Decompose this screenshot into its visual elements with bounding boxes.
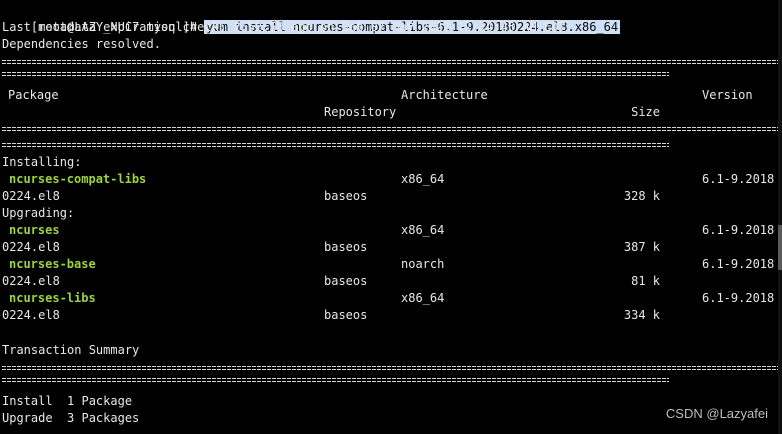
scrollbar-thumb[interactable] [778, 225, 782, 270]
package-version-cont: 0224.el8 [2, 308, 60, 322]
header-size: Size [631, 105, 660, 119]
section-title-installing: Installing: [2, 155, 82, 169]
package-size: 334 k [623, 308, 660, 322]
terminal-window[interactable]: [root@LAZY_NUC7 mysql]# yum install ncur… [0, 0, 782, 434]
metadata-line: Last metadata expiration check: 2:52:58 … [2, 20, 573, 34]
package-name: ncurses [9, 223, 60, 237]
vertical-scrollbar[interactable] [778, 0, 782, 434]
package-repo: baseos [324, 274, 368, 288]
header-version: Version [702, 88, 753, 102]
header-package: Package [8, 88, 59, 102]
package-size: 328 k [623, 189, 660, 203]
header-architecture: Architecture [401, 88, 488, 102]
summary-upgrade-line: Upgrade 3 Packages [2, 411, 140, 425]
package-version: 6.1-9.2018 [702, 172, 775, 186]
package-name: ncurses-libs [9, 291, 96, 305]
package-name: ncurses-base [9, 257, 96, 271]
csdn-watermark: CSDN @Lazyafei [665, 406, 768, 421]
package-repo: baseos [324, 240, 368, 254]
package-name: ncurses-compat-libs [9, 172, 147, 186]
package-version: 6.1-9.2018 [702, 257, 775, 271]
package-version-cont: 0224.el8 [2, 274, 60, 288]
section-title-upgrading: Upgrading: [2, 206, 75, 220]
package-arch: x86_64 [401, 291, 445, 305]
command-line: [root@LAZY_NUC7 mysql]# yum install ncur… [2, 2, 621, 34]
package-version: 6.1-9.2018 [702, 291, 775, 305]
package-arch: noarch [401, 257, 445, 271]
package-version-cont: 0224.el8 [2, 189, 60, 203]
package-arch: x86_64 [401, 172, 445, 186]
header-repository: Repository [324, 105, 397, 119]
summary-install-line: Install 1 Package [2, 394, 133, 408]
package-version: 6.1-9.2018 [702, 223, 775, 237]
package-version-cont: 0224.el8 [2, 240, 60, 254]
package-size: 387 k [623, 240, 660, 254]
transaction-summary-title: Transaction Summary [2, 343, 140, 357]
dependencies-line: Dependencies resolved. [2, 37, 161, 51]
package-size: 81 k [631, 274, 660, 288]
package-repo: baseos [324, 189, 368, 203]
package-repo: baseos [324, 308, 368, 322]
package-arch: x86_64 [401, 223, 445, 237]
